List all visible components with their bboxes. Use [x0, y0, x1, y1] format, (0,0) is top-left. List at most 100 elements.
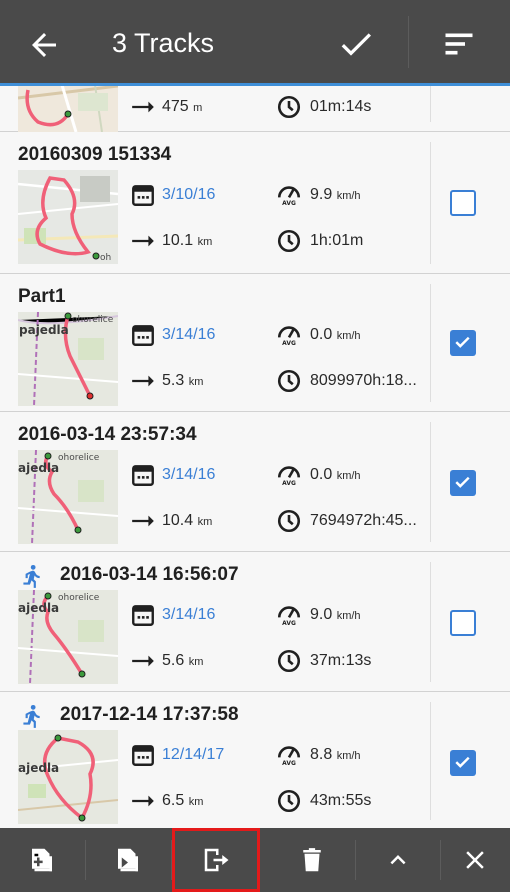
- distance-arrow-icon: [132, 655, 154, 667]
- distance-arrow-icon: [132, 235, 154, 247]
- calendar-icon: [132, 465, 154, 486]
- track-avg-speed: 0.0 km/h: [310, 466, 361, 483]
- calendar-icon: [132, 325, 154, 346]
- track-map-thumbnail: [18, 86, 118, 132]
- track-duration: 01m:14s: [310, 98, 372, 115]
- move-to-folder-icon: [118, 848, 138, 872]
- track-distance: 6.5 km: [162, 792, 204, 809]
- track-row[interactable]: 475 m 01m:14s: [0, 86, 510, 132]
- svg-text:AVG: AVG: [282, 340, 296, 346]
- clock-icon: [277, 95, 301, 119]
- checkmark-icon: [455, 336, 470, 348]
- row-divider: [430, 142, 431, 264]
- svg-text:ajedla: ajedla: [18, 601, 59, 615]
- add-to-folder-button[interactable]: [0, 828, 84, 892]
- close-button[interactable]: [440, 828, 510, 892]
- svg-text:ohorelice: ohorelice: [72, 315, 114, 325]
- svg-text:AVG: AVG: [282, 200, 296, 206]
- toolbar-divider: [408, 16, 409, 68]
- track-distance: 10.4 km: [162, 512, 213, 529]
- track-distance: 475 m: [162, 98, 203, 115]
- track-avg-speed: 9.9 km/h: [310, 186, 361, 203]
- track-select-checkbox[interactable]: [450, 190, 476, 216]
- collapse-button[interactable]: [356, 828, 440, 892]
- track-date: 3/14/16: [162, 326, 216, 343]
- track-select-checkbox[interactable]: [450, 610, 476, 636]
- calendar-icon: [132, 185, 154, 206]
- sort-icon[interactable]: [440, 26, 478, 62]
- track-map-thumbnail: ajedla: [18, 730, 118, 824]
- speedometer-avg-icon: AVG: [277, 746, 301, 766]
- track-date: 12/14/17: [162, 746, 225, 763]
- delete-icon: [303, 848, 321, 872]
- track-duration: 37m:13s: [310, 652, 372, 669]
- svg-text:ajedla: ajedla: [18, 761, 59, 775]
- svg-text:ajedla: ajedla: [18, 461, 59, 475]
- track-row[interactable]: 20160309 151334 oh 3/10/16 AVG 9.9 km/h …: [0, 132, 510, 274]
- track-date: 3/14/16: [162, 606, 216, 623]
- svg-text:oh: oh: [100, 253, 111, 263]
- track-avg-speed: 9.0 km/h: [310, 606, 361, 623]
- track-row[interactable]: Part1 ohorelice pajedla 3/14/16 AVG 0.0 …: [0, 274, 510, 412]
- calendar-icon: [132, 605, 154, 626]
- running-icon: [23, 704, 40, 728]
- top-app-bar: 3 Tracks: [0, 0, 510, 86]
- arrow-left-icon[interactable]: [26, 27, 62, 63]
- track-date: 3/10/16: [162, 186, 216, 203]
- clock-icon: [277, 649, 301, 673]
- checkmark-icon: [455, 756, 470, 768]
- distance-arrow-icon: [132, 515, 154, 527]
- export-button[interactable]: [172, 828, 260, 892]
- svg-text:ohorelice: ohorelice: [58, 453, 100, 463]
- svg-text:pajedla: pajedla: [19, 323, 69, 337]
- track-distance: 5.3 km: [162, 372, 204, 389]
- track-name: 20160309 151334: [18, 144, 172, 165]
- row-divider: [430, 562, 431, 682]
- clock-icon: [277, 229, 301, 253]
- track-row[interactable]: 2016-03-14 23:57:34 ohorelice ajedla 3/1…: [0, 412, 510, 552]
- track-map-thumbnail: ohorelice ajedla: [18, 590, 118, 684]
- close-icon: [466, 851, 484, 869]
- track-name: 2017-12-14 17:37:58: [60, 704, 239, 725]
- calendar-icon: [132, 745, 154, 766]
- add-to-folder-icon: [32, 848, 52, 872]
- svg-text:AVG: AVG: [282, 620, 296, 626]
- clock-icon: [277, 509, 301, 533]
- row-divider: [430, 702, 431, 820]
- track-map-thumbnail: oh: [18, 170, 118, 264]
- speedometer-avg-icon: AVG: [277, 606, 301, 626]
- svg-text:ohorelice: ohorelice: [58, 593, 100, 603]
- running-icon: [23, 564, 40, 588]
- track-duration: 8099970h:18...: [310, 372, 417, 389]
- checkmark-icon: [455, 476, 470, 488]
- distance-arrow-icon: [132, 375, 154, 387]
- track-avg-speed: 8.8 km/h: [310, 746, 361, 763]
- speedometer-avg-icon: AVG: [277, 326, 301, 346]
- track-select-checkbox[interactable]: [450, 750, 476, 776]
- track-duration: 7694972h:45...: [310, 512, 417, 529]
- track-map-thumbnail: ohorelice pajedla: [18, 312, 118, 406]
- track-row[interactable]: 2017-12-14 17:37:58 ajedla 12/14/17 AVG: [0, 692, 510, 828]
- track-duration: 1h:01m: [310, 232, 364, 249]
- svg-text:AVG: AVG: [282, 760, 296, 766]
- track-duration: 43m:55s: [310, 792, 372, 809]
- check-icon[interactable]: [336, 24, 376, 64]
- bottom-action-bar: [0, 828, 510, 892]
- track-map-thumbnail: ohorelice ajedla: [18, 450, 118, 544]
- track-row[interactable]: 2016-03-14 16:56:07 ohorelice ajedla 3/1…: [0, 552, 510, 692]
- move-to-folder-button[interactable]: [86, 828, 170, 892]
- delete-button[interactable]: [270, 828, 354, 892]
- svg-text:AVG: AVG: [282, 480, 296, 486]
- track-list[interactable]: 475 m 01m:14s 20160309 151334 oh 3/10/16…: [0, 86, 510, 828]
- track-distance: 5.6 km: [162, 652, 204, 669]
- track-select-checkbox[interactable]: [450, 470, 476, 496]
- speedometer-avg-icon: AVG: [277, 466, 301, 486]
- distance-arrow-icon: [132, 101, 154, 113]
- track-select-checkbox[interactable]: [450, 330, 476, 356]
- row-divider: [430, 284, 431, 402]
- track-avg-speed: 0.0 km/h: [310, 326, 361, 343]
- track-name: 2016-03-14 23:57:34: [18, 424, 197, 445]
- chevron-up-icon: [390, 855, 406, 865]
- track-date: 3/14/16: [162, 466, 216, 483]
- page-title: 3 Tracks: [112, 28, 215, 58]
